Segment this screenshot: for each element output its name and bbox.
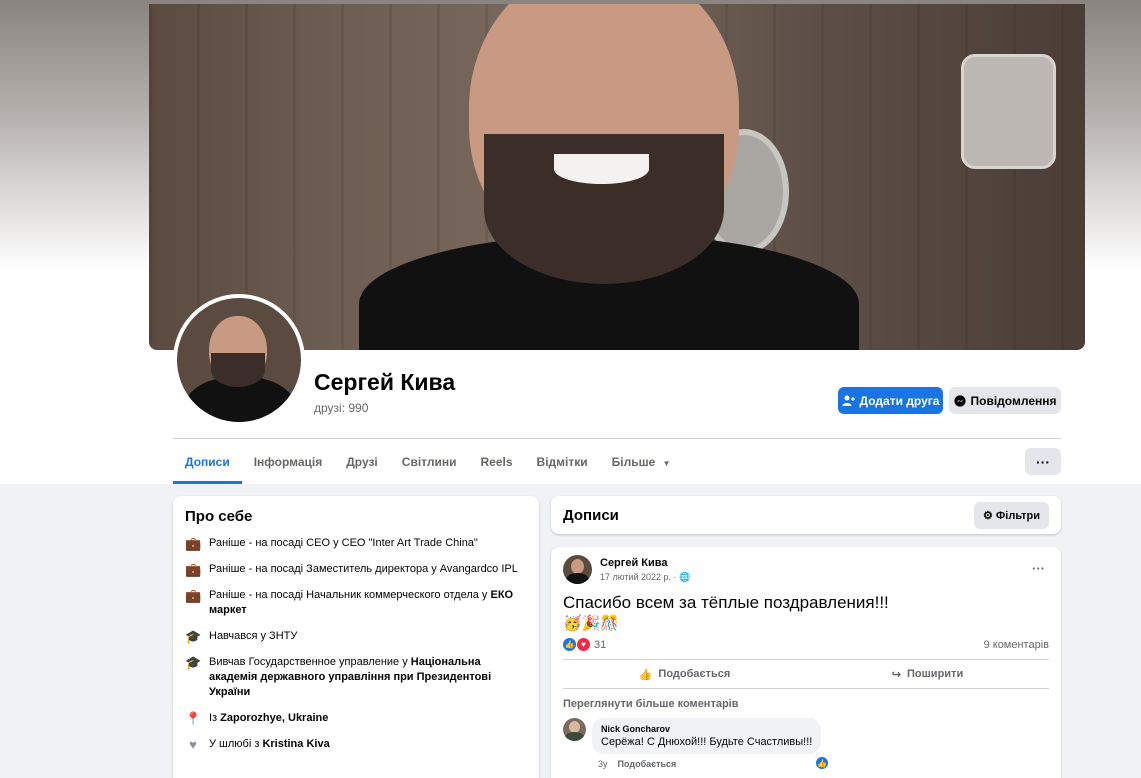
caret-down-icon: ▼ — [662, 459, 671, 468]
intro-item-prefix: Вивчав Государственное управление у — [209, 656, 411, 668]
share-button[interactable]: ↪ Поширити — [806, 660, 1049, 688]
filters-button[interactable]: ⚙ Фільтри — [973, 501, 1049, 529]
graduation-cap-icon: 🎓 — [185, 629, 202, 644]
view-more-comments[interactable]: Переглянути більше коментарів — [563, 698, 1049, 710]
tab-reels[interactable]: Reels — [469, 440, 525, 484]
profile-more-button[interactable]: ··· — [1025, 448, 1061, 475]
briefcase-icon: 💼 — [185, 562, 202, 577]
reaction-count: 31 — [594, 638, 607, 651]
tab-tags[interactable]: Відмітки — [525, 440, 600, 484]
tab-photos[interactable]: Світлини — [390, 440, 469, 484]
intro-item-relationship: ♥ У шлюбі з Kristina Kiva — [185, 737, 527, 752]
add-friend-label: Додати друга — [859, 393, 940, 408]
post-date-text[interactable]: 17 лютий 2022 р. · — [600, 572, 679, 582]
tab-posts[interactable]: Дописи — [173, 440, 242, 484]
love-reaction-icon: ♥ — [577, 638, 590, 651]
post-actions: 👍 Подобається ↪ Поширити — [563, 659, 1049, 689]
graduation-cap-icon: 🎓 — [185, 655, 202, 670]
filter-sliders-icon: ⚙ — [982, 509, 993, 522]
intro-item-text: Навчався у ЗНТУ — [209, 630, 298, 642]
messenger-icon — [953, 394, 966, 407]
post-author-name[interactable]: Сергей Кива — [600, 557, 690, 569]
post-author-avatar[interactable] — [563, 555, 592, 584]
like-reaction-icon: 👍 — [563, 638, 576, 651]
profile-name: Сергей Кива — [314, 369, 456, 395]
post-text: Спасибо всем за тёплые поздравления!!! — [563, 593, 889, 612]
message-label: Повідомлення — [970, 393, 1057, 408]
intro-item-text: Вивчав Государственное управление у Наці… — [209, 655, 527, 700]
message-button[interactable]: Повідомлення — [949, 387, 1061, 414]
thumbs-up-icon: 👍 — [638, 668, 653, 681]
intro-item-text: Раніше - на посаді Заместитель директора… — [209, 563, 518, 575]
intro-item-link[interactable]: Zaporozhye, Ukraine — [220, 712, 328, 724]
intro-item-work: 💼 Раніше - на посаді Начальник коммерчес… — [185, 588, 527, 618]
intro-item-text: У шлюбі з Kristina Kiva — [209, 737, 330, 752]
post-stats: 👍 ♥ 31 9 коментарів — [563, 638, 1049, 651]
posts-title: Дописи — [563, 506, 619, 524]
commenter-avatar[interactable] — [563, 718, 586, 741]
like-button[interactable]: 👍 Подобається — [563, 660, 806, 688]
add-friend-icon — [842, 395, 855, 406]
intro-item-education: 🎓 Вивчав Государственное управление у На… — [185, 655, 527, 700]
intro-item-work: 💼 Раніше - на посаді CEO у CEO "Inter Ar… — [185, 536, 527, 551]
comment: Nick Goncharov Серёжа! С Днюхой!!! Будьт… — [563, 718, 1049, 770]
tab-about[interactable]: Інформація — [242, 440, 335, 484]
intro-item-prefix: Раніше - на посаді Начальник коммерческо… — [209, 589, 491, 601]
cover-photo[interactable] — [149, 4, 1085, 350]
intro-item-text: Раніше - на посаді CEO у CEO "Inter Art … — [209, 537, 478, 549]
share-arrow-icon: ↪ — [891, 668, 902, 681]
comment-count[interactable]: 9 коментарів — [984, 639, 1049, 651]
intro-item-text: Із Zaporozhye, Ukraine — [209, 711, 328, 726]
intro-title: Про себе — [185, 508, 253, 525]
briefcase-icon: 💼 — [185, 588, 202, 603]
share-label: Поширити — [907, 668, 964, 680]
commenter-name[interactable]: Nick Goncharov — [601, 724, 812, 734]
intro-item-work: 💼 Раніше - на посаді Заместитель директо… — [185, 562, 527, 577]
globe-icon: 🌐 — [679, 571, 691, 582]
profile-avatar[interactable] — [173, 294, 305, 426]
post-options-icon[interactable]: ··· — [1032, 561, 1045, 576]
tab-more-label: Більше — [611, 455, 656, 469]
comment-bubble: Nick Goncharov Серёжа! С Днюхой!!! Будьт… — [592, 718, 830, 770]
intro-card: Про себе 💼 Раніше - на посаді CEO у CEO … — [173, 496, 539, 778]
intro-item-link[interactable]: Kristina Kiva — [262, 738, 329, 750]
location-pin-icon: 📍 — [185, 711, 202, 726]
posts-header-card: Дописи ⚙ Фільтри — [551, 496, 1061, 534]
like-label: Подобається — [658, 668, 731, 680]
intro-item-prefix: У шлюбі з — [209, 738, 263, 750]
add-friend-button[interactable]: Додати друга — [838, 387, 943, 414]
header-divider — [173, 438, 1061, 439]
avatar-beard — [211, 353, 265, 387]
intro-item-education: 🎓 Навчався у ЗНТУ — [185, 629, 527, 644]
heart-icon: ♥ — [189, 737, 197, 752]
cover-mirror — [961, 54, 1056, 169]
intro-item-hometown: 📍 Із Zaporozhye, Ukraine — [185, 711, 527, 726]
post-author-row: Сергей Кива 17 лютий 2022 р. · 🌐 — [563, 555, 1049, 584]
post-date: 17 лютий 2022 р. · 🌐 — [600, 572, 690, 583]
intro-item-text: Раніше - на посаді Начальник коммерческо… — [209, 588, 527, 618]
profile-tabs: Дописи Інформація Друзі Світлини Reels В… — [173, 440, 683, 484]
tab-more[interactable]: Більше ▼ — [600, 440, 683, 484]
post-card: Сергей Кива 17 лютий 2022 р. · 🌐 ··· Спа… — [551, 547, 1061, 778]
filters-label: Фільтри — [995, 509, 1040, 522]
comment-text: Серёжа! С Днюхой!!! Будьте Счастливы!!! — [601, 736, 813, 748]
cover-person-smile — [554, 154, 649, 184]
intro-item-prefix: Із — [209, 712, 221, 724]
briefcase-icon: 💼 — [185, 536, 202, 551]
reactions-summary[interactable]: 👍 ♥ 31 — [563, 638, 606, 651]
post-emoji: 🥳🎉🎊 — [563, 615, 620, 632]
tab-friends[interactable]: Друзі — [334, 440, 390, 484]
friends-count[interactable]: друзі: 990 — [314, 401, 368, 415]
comment-like-button[interactable]: Подобається — [618, 759, 677, 769]
comment-age[interactable]: 3у — [598, 759, 608, 769]
